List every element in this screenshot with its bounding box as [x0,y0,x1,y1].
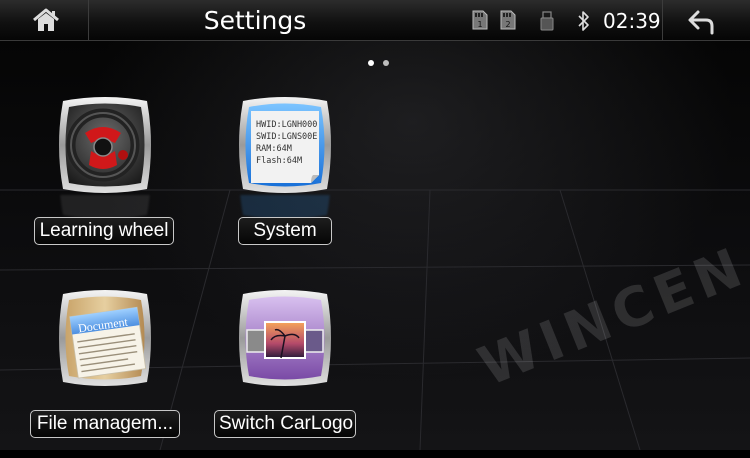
home-icon [33,8,59,31]
tile-label: System [238,217,332,245]
ram-line: RAM:64M [256,144,292,154]
tile-label: File managem... [30,410,180,438]
hwid-line: HWID:LGNH000 [256,120,318,130]
system-info-text: HWID:LGNH000 SWID:LGNS00E RAM:64M Flash:… [256,119,326,167]
page-dot-2 [383,60,389,66]
separator [662,0,663,40]
page-indicator [365,60,395,68]
sd-card-1-label: 1 [477,20,482,29]
top-bar: Settings 1 2 02:39 [0,0,750,41]
document-icon [55,288,155,388]
image-gallery-icon [235,288,335,388]
bluetooth-icon [576,10,592,32]
sd-card-1-icon: 1 [472,10,488,30]
sd-card-2-label: 2 [505,20,510,29]
tile-label: Switch CarLogo [214,410,356,438]
back-arrow-icon [688,10,714,35]
page-title: Settings [203,6,307,35]
tile-label: Learning wheel [34,217,174,245]
flash-line: Flash:64M [256,156,303,166]
tile-file-management[interactable]: Document File managem... [30,288,190,458]
tile-system[interactable]: HWID:LGNH000 SWID:LGNS00E RAM:64M Flash:… [210,95,370,265]
separator [88,0,89,40]
usb-icon [540,11,554,31]
back-button[interactable] [680,6,730,36]
tile-learning-wheel[interactable]: Learning wheel [30,95,190,265]
home-button[interactable] [22,5,70,35]
sd-card-2-icon: 2 [500,10,516,30]
swid-line: SWID:LGNS00E [256,132,318,142]
page-dot-1 [368,60,374,66]
steering-wheel-icon [55,95,155,195]
clock: 02:39 [603,9,661,33]
tile-switch-carlogo[interactable]: Switch CarLogo [210,288,370,458]
